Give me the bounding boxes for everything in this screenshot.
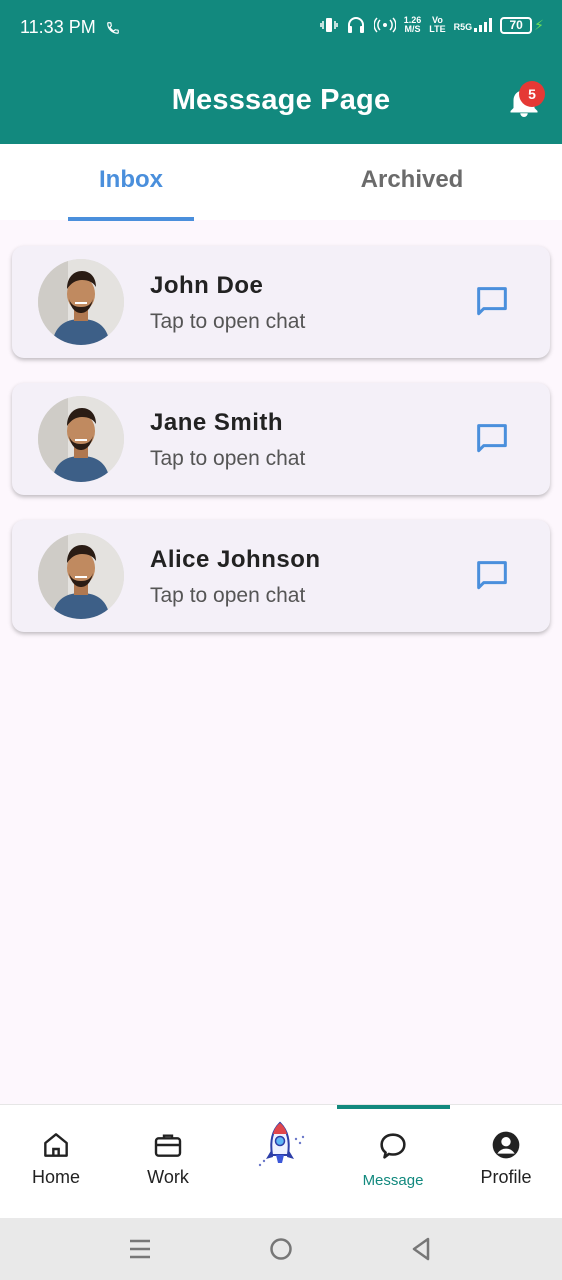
avatar-photo	[38, 533, 124, 619]
battery-level: 70	[500, 16, 533, 34]
chat-bubble-icon	[380, 1133, 406, 1159]
tab-bar: Inbox Archived	[0, 144, 562, 221]
nav-active-indicator	[337, 1105, 450, 1109]
chat-bubble-icon[interactable]	[472, 419, 512, 459]
vibrate-icon	[320, 18, 338, 32]
recent-apps-icon[interactable]	[127, 1236, 153, 1262]
network-speed: 1.26 M/S	[404, 16, 422, 34]
signal-bars-icon	[474, 18, 493, 32]
nav-work[interactable]: Work	[112, 1129, 224, 1188]
avatar	[38, 533, 124, 619]
system-navigation-bar	[0, 1218, 562, 1280]
chat-bubble-icon[interactable]	[472, 556, 512, 596]
chat-subtitle: Tap to open chat	[150, 447, 306, 470]
nav-home[interactable]: Home	[0, 1129, 112, 1188]
avatar-photo	[38, 259, 124, 345]
app-bar: Messsage Page	[0, 58, 562, 144]
home-icon	[44, 1133, 68, 1157]
home-button-icon[interactable]	[268, 1236, 294, 1262]
headset-icon	[347, 17, 364, 33]
account-circle-icon	[492, 1131, 520, 1159]
charging-bolt-icon: ⚡	[534, 16, 544, 33]
volte-lte: LTE	[429, 24, 446, 34]
status-time-group: 11:33 PM	[20, 17, 120, 38]
bottom-navigation: Home Work Message Profile	[0, 1104, 562, 1218]
chat-list-item[interactable]: John Doe Tap to open chat	[12, 246, 550, 358]
chat-subtitle: Tap to open chat	[150, 584, 306, 607]
nav-label-message: Message	[362, 1172, 424, 1189]
chat-list-item[interactable]: Alice Johnson Tap to open chat	[12, 520, 550, 632]
network-type: R5G	[453, 22, 473, 32]
avatar	[38, 259, 124, 345]
nav-label-profile: Profile	[480, 1167, 532, 1187]
status-bar: 11:33 PM 1.26 M/S Vo LTE R5G 70 ⚡	[0, 0, 562, 58]
signal-group: R5G	[454, 18, 493, 32]
briefcase-icon	[154, 1134, 182, 1157]
tab-indicator	[68, 217, 194, 221]
chat-list-item[interactable]: Jane Smith Tap to open chat	[12, 383, 550, 495]
battery: 70 ⚡	[500, 16, 544, 34]
back-icon[interactable]	[408, 1236, 434, 1262]
status-time: 11:33 PM	[20, 17, 96, 37]
avatar-photo	[38, 396, 124, 482]
tab-inbox[interactable]: Inbox	[68, 166, 194, 194]
phone-call-icon	[106, 21, 119, 34]
chat-subtitle: Tap to open chat	[150, 310, 306, 333]
tab-archived[interactable]: Archived	[330, 166, 494, 194]
avatar	[38, 396, 124, 482]
nav-label-home: Home	[31, 1167, 80, 1187]
chat-contact-name: Jane Smith	[150, 409, 284, 436]
chat-contact-name: Alice Johnson	[150, 546, 321, 573]
nav-profile[interactable]: Profile	[450, 1129, 562, 1188]
notification-badge: 5	[519, 81, 545, 107]
speed-unit: M/S	[404, 24, 421, 34]
nav-label-work: Work	[147, 1167, 189, 1187]
page-title: Messsage Page	[171, 84, 391, 116]
status-icons: 1.26 M/S Vo LTE R5G 70 ⚡	[320, 16, 544, 34]
chat-bubble-icon[interactable]	[472, 282, 512, 322]
volte-indicator: Vo LTE	[429, 16, 445, 34]
nav-message[interactable]: Message	[337, 1129, 449, 1189]
chat-contact-name: John Doe	[150, 272, 264, 299]
rocket-icon[interactable]	[250, 1119, 310, 1179]
hotspot-icon	[373, 17, 396, 33]
